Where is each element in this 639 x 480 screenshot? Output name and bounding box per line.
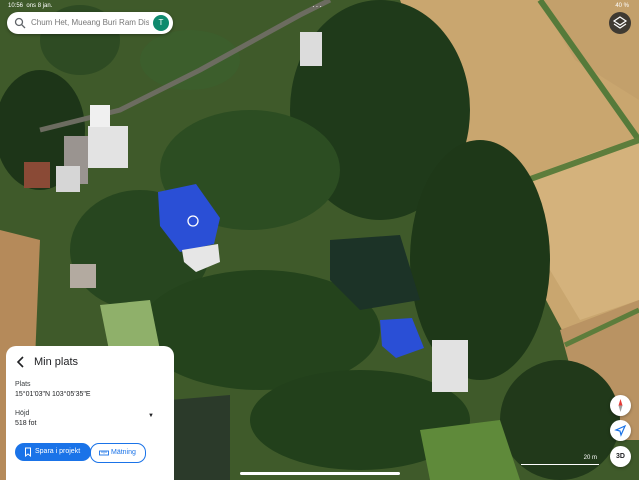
panel-title: Min plats (34, 356, 79, 368)
save-button-label: Spara i projekt (35, 448, 81, 455)
back-icon[interactable] (15, 355, 27, 369)
status-time: 10:56 ons 8 jan. (8, 3, 53, 9)
more-dots-icon[interactable]: ··· (312, 2, 323, 11)
place-label: Plats (15, 381, 31, 388)
elevation-label: Höjd (15, 410, 30, 417)
search-bar[interactable]: Chum Het, Mueang Buri Ram Distr T (7, 12, 173, 34)
compass-button[interactable] (610, 395, 631, 416)
scale-line (521, 464, 599, 465)
search-input[interactable]: Chum Het, Mueang Buri Ram Distr (31, 18, 149, 27)
my-location-button[interactable] (610, 420, 631, 441)
layers-button[interactable] (609, 12, 631, 34)
measure-button-label: Mätning (111, 449, 136, 456)
layers-icon (612, 16, 628, 29)
search-icon (14, 17, 26, 29)
compass-icon (618, 399, 623, 412)
status-battery: 40 % (615, 3, 629, 9)
place-coordinates: 15°01'03"N 103°05'35"E (15, 391, 91, 398)
3d-button[interactable]: 3D (610, 446, 631, 467)
status-bar: 10:56 ons 8 jan. ··· 40 % (0, 2, 639, 12)
save-to-project-button[interactable]: Spara i projekt (15, 443, 91, 461)
location-arrow-icon (614, 424, 627, 437)
location-panel: Min plats Plats 15°01'03"N 103°05'35"E H… (6, 346, 174, 480)
elevation-value: 518 fot (15, 420, 37, 427)
home-indicator[interactable] (240, 472, 400, 475)
bookmark-icon (25, 447, 31, 457)
measure-button[interactable]: Mätning (90, 443, 146, 463)
scale-bar: 20 m (521, 455, 599, 465)
status-date: ons 8 jan. (26, 3, 53, 9)
elevation-dropdown-icon[interactable]: ▼ (148, 413, 154, 419)
ruler-icon (99, 450, 109, 456)
scale-label: 20 m (583, 455, 597, 461)
avatar[interactable]: T (153, 15, 169, 31)
